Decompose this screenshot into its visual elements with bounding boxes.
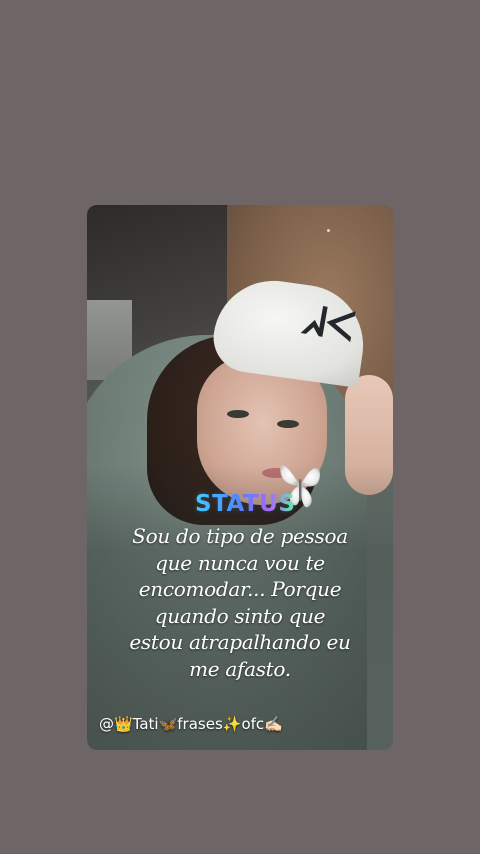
- status-label: STATUS: [195, 491, 296, 517]
- photo-eye-left: [227, 410, 249, 418]
- story-card[interactable]: ᖽᐸ STATUS Sou do tipo de pessoa que nunc…: [87, 205, 393, 750]
- decor-dot: [327, 229, 330, 232]
- quote-text: Sou do tipo de pessoa que nunca vou te e…: [107, 523, 373, 682]
- photo-eye-right: [277, 420, 299, 428]
- author-signature[interactable]: @👑Tati🦋frases✨ofc✍🏻: [99, 715, 283, 733]
- cap-logo-icon: ᖽᐸ: [298, 295, 359, 352]
- story-screen: ᖽᐸ STATUS Sou do tipo de pessoa que nunc…: [0, 0, 480, 854]
- quote-line: encomodar... Porque: [138, 577, 342, 601]
- quote-line: Sou do tipo de pessoa: [132, 524, 348, 548]
- quote-line: quando sinto que: [154, 603, 326, 628]
- quote-line: estou atrapalhando eu: [129, 630, 351, 654]
- quote-line: me afasto.: [189, 656, 291, 681]
- quote-line: que nunca vou te: [155, 550, 325, 575]
